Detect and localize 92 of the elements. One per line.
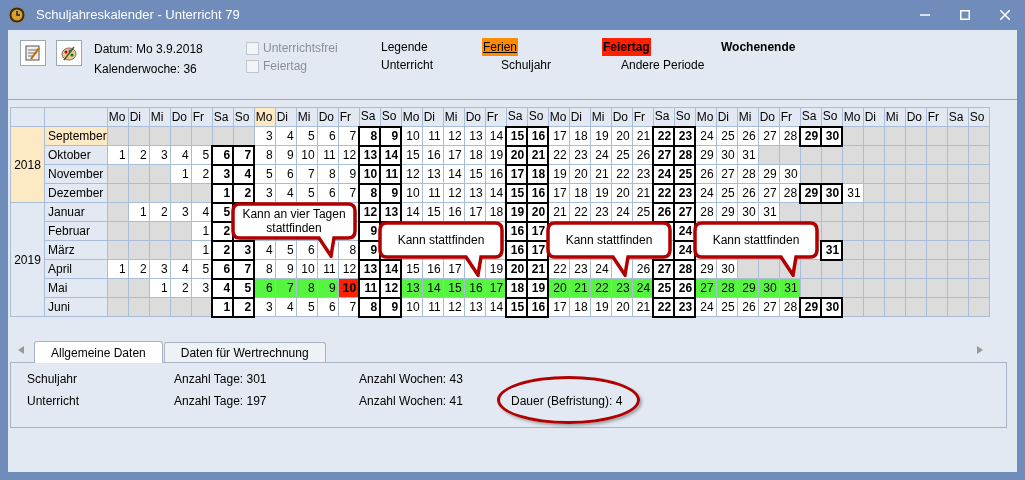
day-cell[interactable]: 30: [821, 126, 843, 146]
legend-label: Legende: [380, 39, 429, 56]
weekday-header: So: [821, 107, 843, 127]
calendar-week-label: Kalenderwoche: 36: [94, 61, 198, 78]
tab[interactable]: Daten für Wertrechnung: [163, 342, 326, 362]
weekday-header: Mi: [884, 107, 906, 127]
scroll-right-icon[interactable]: [977, 346, 983, 354]
tab[interactable]: Allgemeine Daten: [34, 341, 163, 363]
weekday-header: So: [233, 107, 255, 127]
weekday-header: Sa: [506, 107, 528, 127]
weekday-header: Mo: [401, 107, 423, 127]
weekday-header: Do: [464, 107, 486, 127]
day-cell[interactable]: 14: [380, 259, 402, 279]
maximize-icon[interactable]: [960, 10, 970, 20]
duration-label: Dauer (Befristung): 4: [511, 394, 623, 408]
weekday-header: Do: [905, 107, 927, 127]
weeks-count: Anzahl Wochen: 41: [359, 393, 464, 410]
weekday-header: Di: [716, 107, 738, 127]
day-cell[interactable]: 6: [212, 145, 234, 165]
days-count: Anzahl Tage: 197: [174, 393, 268, 410]
notepad-pencil-icon: [24, 44, 42, 62]
weekday-header: Mi: [737, 107, 759, 127]
row-label: Unterricht: [27, 393, 80, 410]
day-cell[interactable]: 3: [233, 240, 255, 260]
palette-icon: [60, 44, 78, 62]
weekday-header: Sa: [212, 107, 234, 127]
weekday-header: Sa: [800, 107, 822, 127]
day-cell[interactable]: 9: [380, 126, 402, 146]
weekday-header: Mi: [443, 107, 465, 127]
year-cell: 2019: [10, 202, 45, 317]
day-cell[interactable]: 29: [800, 297, 822, 317]
weekday-header: Fr: [485, 107, 507, 127]
weekday-header: Do: [317, 107, 339, 127]
weekday-header: Mi: [149, 107, 171, 127]
close-icon[interactable]: [1000, 10, 1010, 20]
window-title: Schuljahreskalender - Unterricht 79: [36, 6, 240, 25]
day-cell[interactable]: 16: [527, 126, 549, 146]
weekday-header: Do: [611, 107, 633, 127]
weekday-header: Sa: [653, 107, 675, 127]
weekday-header: So: [380, 107, 402, 127]
legend-label: Feiertag: [602, 38, 651, 56]
checkbox-label: Feiertag: [263, 58, 308, 75]
weekday-header: Fr: [926, 107, 948, 127]
weekday-header: Do: [170, 107, 192, 127]
weekday-header: Di: [275, 107, 297, 127]
weekday-header: Fr: [632, 107, 654, 127]
weekday-header: Di: [422, 107, 444, 127]
weekday-header: Fr: [191, 107, 213, 127]
weekday-header: Sa: [359, 107, 381, 127]
weekday-header: Mo: [254, 107, 276, 127]
legend-label: Ferien: [482, 38, 518, 56]
palette-button[interactable]: [56, 40, 82, 66]
weekday-header: Mi: [296, 107, 318, 127]
day-cell[interactable]: 30: [821, 183, 843, 203]
weekday-header: Mo: [107, 107, 129, 127]
year-cell: 2018: [10, 126, 45, 203]
day-cell[interactable]: 22: [653, 126, 675, 146]
legend-label: Wochenende: [720, 39, 797, 56]
weekday-header: So: [968, 107, 990, 127]
weekday-header: Mo: [695, 107, 717, 127]
day-cell[interactable]: 31: [821, 240, 843, 260]
weekday-header: Fr: [338, 107, 360, 127]
day-cell[interactable]: 29: [800, 183, 822, 203]
calendar-edit-button[interactable]: [20, 40, 46, 66]
weekday-header: Di: [863, 107, 885, 127]
day-cell[interactable]: 23: [674, 126, 696, 146]
legend-label: Andere Periode: [620, 57, 706, 74]
weekday-header: Mo: [548, 107, 570, 127]
checkbox-label: Unterrichtsfrei: [263, 40, 338, 57]
day-cell[interactable]: 29: [800, 126, 822, 146]
row-label: Schuljahr: [27, 371, 79, 388]
legend-label: Unterricht: [380, 57, 434, 74]
day-cell[interactable]: 7: [233, 145, 255, 165]
days-count: Anzahl Tage: 301: [174, 371, 268, 388]
date-label: Datum: Mo 3.9.2018: [94, 41, 204, 58]
day-cell[interactable]: 30: [821, 297, 843, 317]
weekday-header: So: [674, 107, 696, 127]
weeks-count: Anzahl Wochen: 43: [359, 371, 464, 388]
weekday-header: Di: [128, 107, 150, 127]
legend-label: Schuljahr: [500, 57, 553, 74]
day-cell[interactable]: 27: [653, 259, 675, 279]
weekday-header: So: [527, 107, 549, 127]
weekday-header: Di: [569, 107, 591, 127]
weekday-header: Mo: [842, 107, 864, 127]
day-cell[interactable]: 15: [506, 126, 528, 146]
clock-icon: [8, 6, 26, 24]
weekday-header: Fr: [779, 107, 801, 127]
weekday-header: Do: [758, 107, 780, 127]
day-cell[interactable]: 8: [359, 126, 381, 146]
weekday-header: Sa: [947, 107, 969, 127]
weekday-header: Mi: [590, 107, 612, 127]
scroll-left-icon[interactable]: [18, 346, 24, 354]
